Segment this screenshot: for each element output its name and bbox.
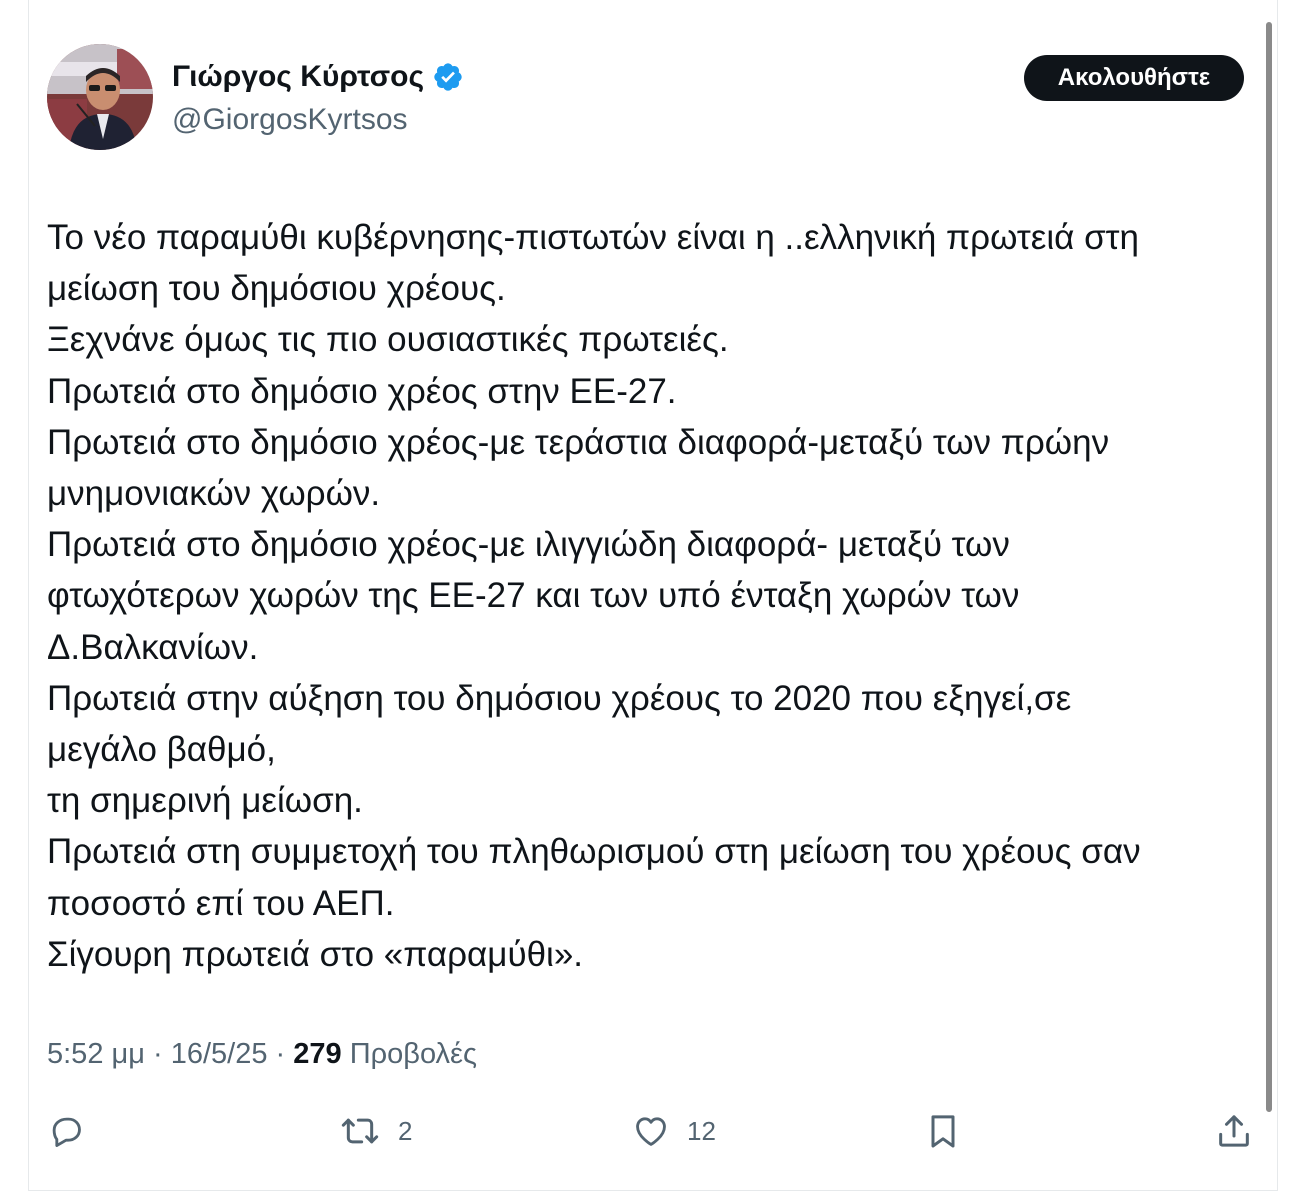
retweet-icon (338, 1111, 382, 1151)
tweet-text: Το νέο παραμύθι κυβέρνησης-πιστωτών είνα… (47, 212, 1267, 980)
tweet-line: Πρωτειά στην αύξηση του δημόσιου χρέους … (47, 678, 1072, 718)
reply-icon (47, 1112, 85, 1150)
verified-badge-icon (432, 61, 464, 93)
display-name[interactable]: Γιώργος Κύρτσος (172, 58, 464, 96)
tweet-line: Το νέο παραμύθι κυβέρνησης-πιστωτών είνα… (47, 218, 1139, 257)
tweet-line: φτωχότερων χωρών της ΕΕ-27 και των υπό έ… (47, 576, 1020, 616)
heart-icon (631, 1112, 671, 1150)
tweet-line: Πρωτειά στο δημόσιο χρέος στην ΕΕ-27. (47, 371, 677, 411)
display-name-text[interactable]: Γιώργος Κύρτσος (172, 58, 424, 96)
user-handle[interactable]: @GiorgosKyrtsos (172, 102, 408, 138)
tweet-line: μεγάλο βαθμό, (47, 730, 276, 770)
bookmark-icon (923, 1110, 963, 1152)
share-button[interactable] (1214, 1108, 1270, 1154)
meta-separator: · (267, 1038, 294, 1070)
retweet-count: 2 (398, 1115, 413, 1146)
views-label: Προβολές (349, 1038, 477, 1070)
tweet-line: Δ.Βαλκανίων. (47, 627, 259, 667)
tweet-line: μνημονιακών χωρών. (47, 474, 381, 514)
reply-button[interactable] (47, 1108, 101, 1154)
tweet-line: Πρωτειά στη συμμετοχή του πληθωρισμού στ… (47, 832, 1141, 872)
tweet-line: μείωση του δημόσιου χρέους. (47, 269, 506, 309)
views-count: 279 (293, 1038, 342, 1070)
tweet-line: τη σημερινή μείωση. (47, 781, 363, 821)
tweet-time[interactable]: 5:52 μμ (47, 1038, 145, 1070)
tweet-line: Ξεχνάνε όμως τις πιο ουσιαστικές πρωτειέ… (47, 320, 729, 360)
bookmark-button[interactable] (923, 1108, 979, 1154)
follow-button[interactable]: Ακολουθήστε (1024, 55, 1244, 101)
like-button[interactable]: 12 (631, 1108, 716, 1154)
tweet-line: Πρωτειά στο δημόσιο χρέος-με τεράστια δι… (47, 422, 1110, 462)
tweet-date[interactable]: 16/5/25 (171, 1038, 268, 1070)
share-icon (1214, 1111, 1254, 1151)
tweet-line: Πρωτειά στο δημόσιο χρέος-με ιλιγγιώδη δ… (47, 525, 1010, 565)
tweet-meta: 5:52 μμ · 16/5/25 · 279 Προβολές (47, 1034, 477, 1074)
tweet-line: ποσοστό επί του ΑΕΠ. (47, 883, 395, 923)
like-count: 12 (687, 1115, 716, 1146)
tweet-line: Σίγουρη πρωτειά στο «παραμύθι». (47, 934, 584, 974)
retweet-button[interactable]: 2 (338, 1108, 412, 1154)
avatar[interactable] (47, 44, 153, 150)
meta-separator: · (144, 1038, 171, 1070)
